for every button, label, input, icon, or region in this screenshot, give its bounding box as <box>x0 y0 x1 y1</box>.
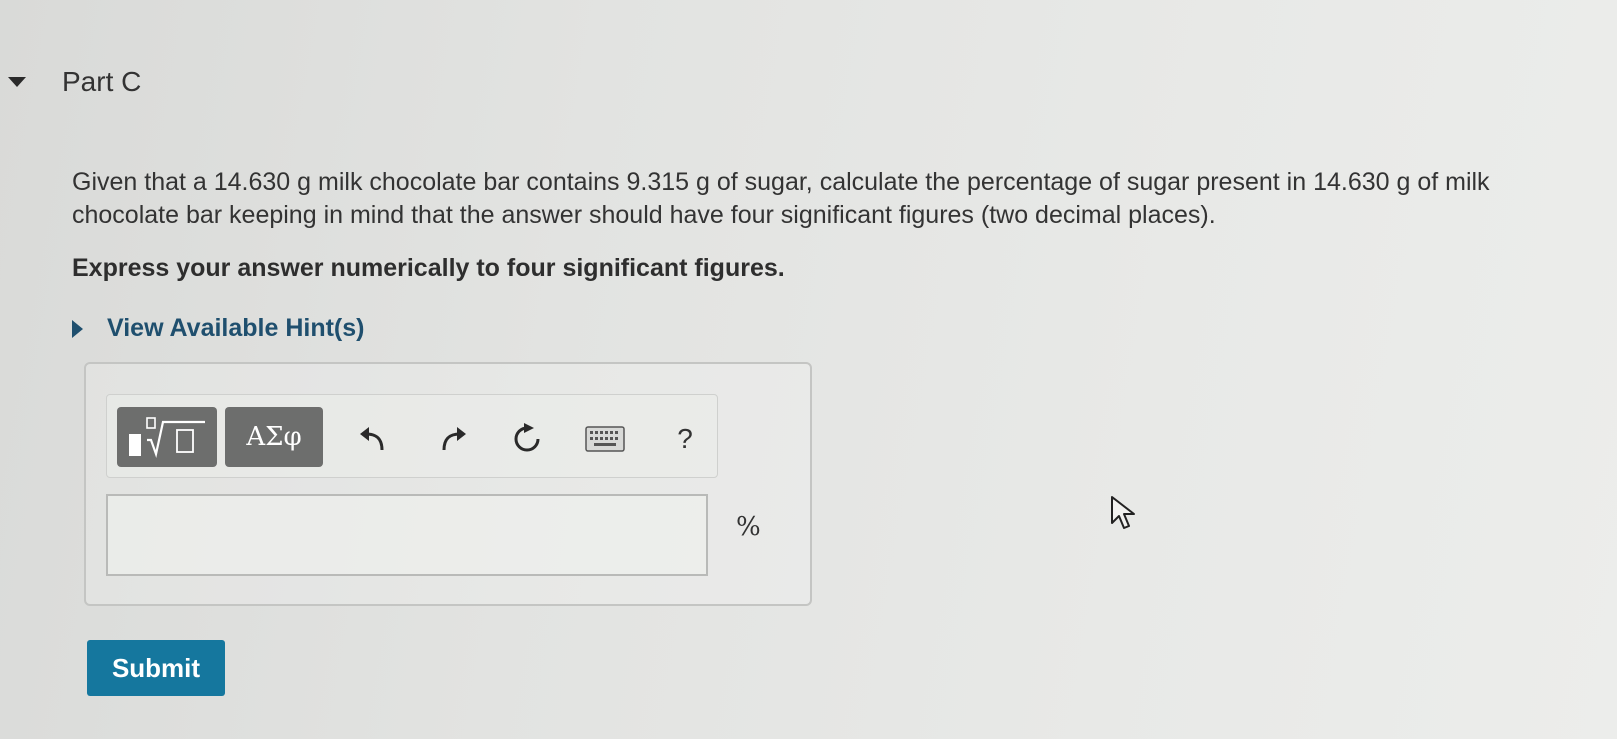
undo-button[interactable] <box>353 419 393 459</box>
mouse-pointer-icon <box>1111 496 1135 529</box>
question-text: Given that a 14.630 g milk chocolate bar… <box>72 168 1490 229</box>
symbols-button[interactable]: ΑΣφ <box>225 407 323 467</box>
reset-icon <box>514 423 540 452</box>
equation-toolbar: ΑΣφ ? <box>106 394 718 478</box>
unit-label: % <box>736 512 761 542</box>
answer-input[interactable] <box>106 494 708 576</box>
help-button[interactable]: ? <box>665 419 705 459</box>
keyboard-button[interactable] <box>585 419 625 459</box>
undo-icon <box>360 427 384 451</box>
answer-panel: ΑΣφ ? % <box>84 362 812 606</box>
redo-icon <box>442 427 466 451</box>
collapse-caret-icon[interactable] <box>8 77 26 87</box>
templates-button[interactable] <box>117 407 217 467</box>
keyboard-icon <box>585 426 625 452</box>
part-title: Part C <box>62 66 142 97</box>
redo-button[interactable] <box>433 419 473 459</box>
expand-caret-icon <box>72 319 83 338</box>
view-hints-toggle[interactable]: View Available Hint(s) <box>72 314 364 343</box>
part-header[interactable]: Part C <box>8 66 141 98</box>
instruction-text: Express your answer numerically to four … <box>72 254 785 282</box>
submit-button[interactable]: Submit <box>87 640 225 696</box>
view-hints-label: View Available Hint(s) <box>107 314 365 342</box>
reset-button[interactable] <box>507 419 547 459</box>
templates-icon <box>129 417 205 458</box>
